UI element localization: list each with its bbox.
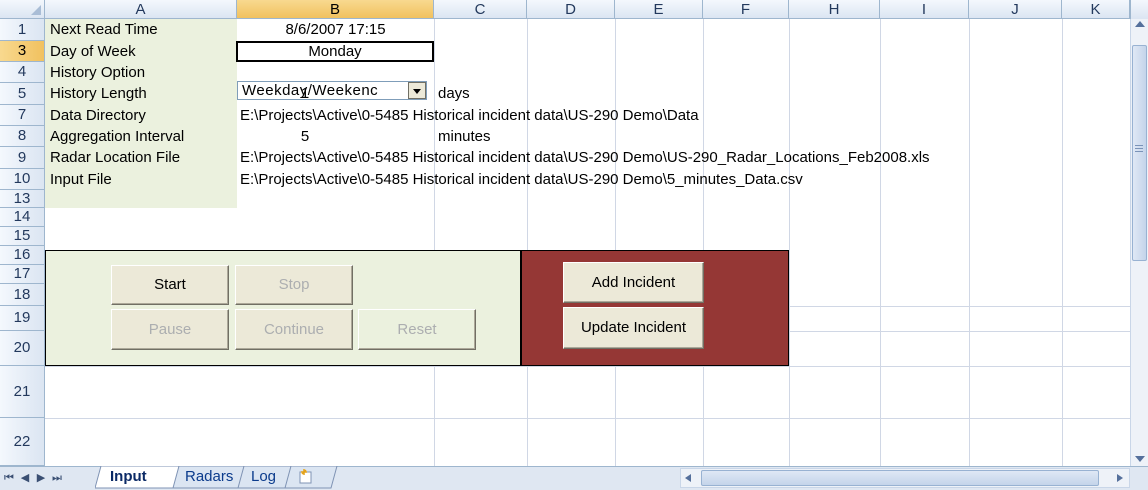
column-header-b[interactable]: B <box>237 0 434 19</box>
row-header-4[interactable]: 4 <box>0 62 45 83</box>
column-header-j[interactable]: J <box>969 0 1062 19</box>
row-header-13[interactable]: 13 <box>0 190 45 208</box>
column-header-h[interactable]: H <box>789 0 880 19</box>
row-header-15[interactable]: 15 <box>0 227 45 246</box>
row-header-9[interactable]: 9 <box>0 147 45 169</box>
vertical-scroll-thumb[interactable] <box>1132 45 1147 261</box>
gridline <box>703 19 704 468</box>
column-header-k[interactable]: K <box>1062 0 1130 19</box>
column-header-c[interactable]: C <box>434 0 527 19</box>
value-next-read-time[interactable]: 8/6/2007 17:15 <box>237 21 434 39</box>
aggregation-interval-unit: minutes <box>438 128 491 145</box>
sheet-tab-radars[interactable]: Radars <box>185 466 233 490</box>
row-header-16[interactable]: 16 <box>0 246 45 265</box>
horizontal-scroll-thumb[interactable] <box>701 470 1099 486</box>
reset-button[interactable]: Reset <box>358 309 476 350</box>
value-data-directory[interactable]: E:\Projects\Active\0-5485 Historical inc… <box>240 107 699 125</box>
column-header-e[interactable]: E <box>615 0 703 19</box>
row-header-14[interactable]: 14 <box>0 208 45 227</box>
update-incident-button[interactable]: Update Incident <box>563 307 704 349</box>
value-aggregation-interval[interactable]: 5 <box>237 128 373 146</box>
add-incident-button[interactable]: Add Incident <box>563 262 704 303</box>
sheet-tab-input[interactable]: Input <box>110 466 147 490</box>
pause-button[interactable]: Pause <box>111 309 229 350</box>
row-header-5[interactable]: 5 <box>0 83 45 105</box>
gridline <box>45 366 1130 367</box>
select-all-corner[interactable] <box>0 0 45 19</box>
split-box-icon[interactable] <box>1130 0 1148 19</box>
continue-button[interactable]: Continue <box>235 309 353 350</box>
row-header-7[interactable]: 7 <box>0 105 45 126</box>
row-header-1[interactable]: 1 <box>0 19 45 41</box>
label-history-length: History Length <box>50 85 147 102</box>
row-header-21[interactable]: 21 <box>0 366 45 418</box>
label-input-file: Input File <box>50 171 112 188</box>
label-next-read-time: Next Read Time <box>50 21 158 38</box>
row-header-17[interactable]: 17 <box>0 265 45 284</box>
gridline <box>615 19 616 468</box>
first-sheet-icon[interactable]: ⏮ <box>2 470 16 486</box>
label-history-option: History Option <box>50 64 146 81</box>
row-header-19[interactable]: 19 <box>0 306 45 331</box>
grip-icon <box>1135 145 1143 146</box>
start-button[interactable]: Start <box>111 265 229 305</box>
value-history-length[interactable]: 1 <box>237 85 373 103</box>
row-header-8[interactable]: 8 <box>0 126 45 147</box>
row-header-20[interactable]: 20 <box>0 331 45 366</box>
column-header-d[interactable]: D <box>527 0 615 19</box>
row-header-3[interactable]: 3 <box>0 41 45 62</box>
value-radar-location-file[interactable]: E:\Projects\Active\0-5485 Historical inc… <box>240 149 930 167</box>
label-data-directory: Data Directory <box>50 107 146 124</box>
vertical-scrollbar[interactable] <box>1130 19 1148 466</box>
stop-button[interactable]: Stop <box>235 265 353 305</box>
label-aggregation-interval: Aggregation Interval <box>50 128 185 145</box>
label-day-of-week: Day of Week <box>50 43 136 60</box>
column-header-i[interactable]: I <box>880 0 969 19</box>
horizontal-scrollbar[interactable] <box>680 468 1130 488</box>
value-input-file[interactable]: E:\Projects\Active\0-5485 Historical inc… <box>240 171 803 189</box>
scroll-left-icon[interactable] <box>685 474 691 482</box>
scroll-down-icon[interactable] <box>1135 456 1145 462</box>
row-header-10[interactable]: 10 <box>0 169 45 190</box>
column-header-f[interactable]: F <box>703 0 789 19</box>
row-header-22[interactable]: 22 <box>0 418 45 466</box>
next-sheet-icon[interactable]: ▶ <box>34 470 48 486</box>
row-header-18[interactable]: 18 <box>0 284 45 306</box>
insert-sheet-icon[interactable] <box>298 469 314 485</box>
last-sheet-icon[interactable]: ⏭ <box>50 470 64 486</box>
gridline <box>789 19 790 468</box>
scroll-right-icon[interactable] <box>1117 474 1123 482</box>
column-header-a[interactable]: A <box>45 0 237 19</box>
sheet-tab-log[interactable]: Log <box>251 466 276 490</box>
selected-cell-day-of-week[interactable]: Monday <box>236 41 434 62</box>
gridline <box>969 19 970 468</box>
prev-sheet-icon[interactable]: ◀ <box>18 470 32 486</box>
history-length-unit: days <box>438 85 470 102</box>
gridline <box>880 19 881 468</box>
gridline <box>527 19 528 468</box>
gridline <box>1062 19 1063 468</box>
gridline <box>434 19 435 468</box>
label-radar-location-file: Radar Location File <box>50 149 181 166</box>
gridline <box>45 418 1130 419</box>
dropdown-arrow-icon[interactable] <box>408 82 426 99</box>
scroll-up-icon[interactable] <box>1135 21 1145 27</box>
